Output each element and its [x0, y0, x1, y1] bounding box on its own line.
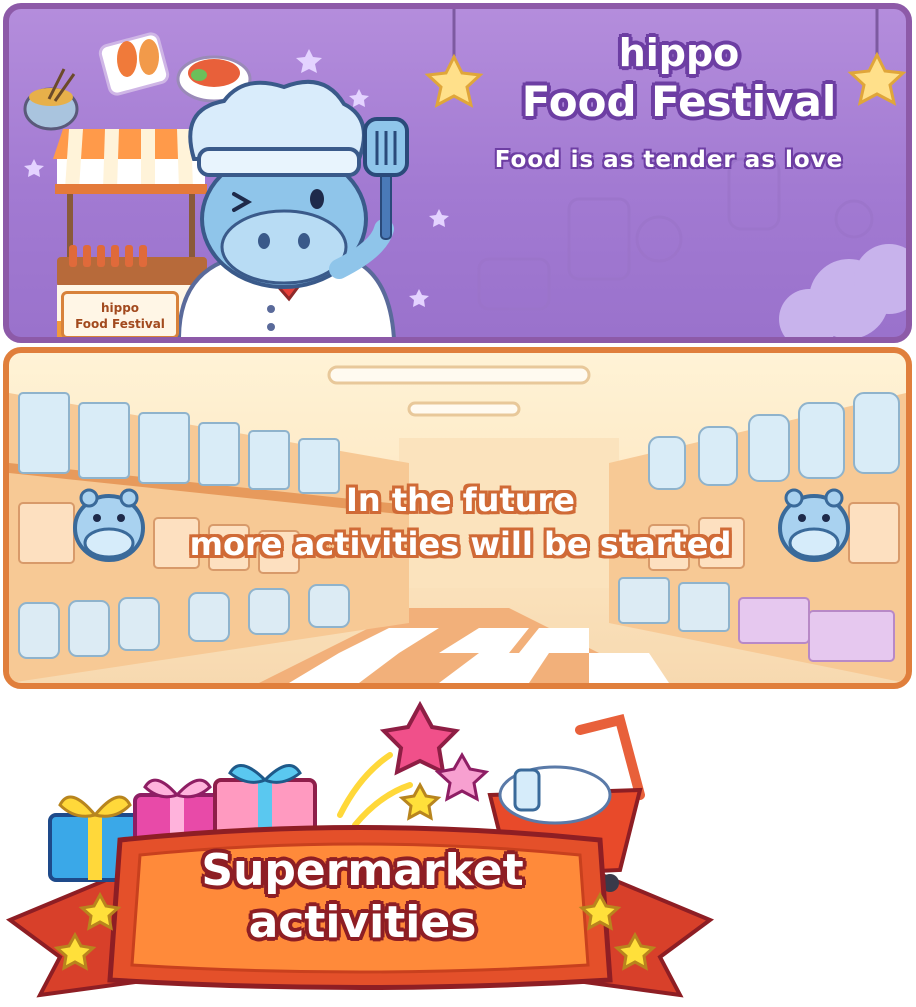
- star-icon: [337, 700, 490, 828]
- festival-title-top: hippo: [618, 31, 740, 75]
- future-message-line1: In the future: [345, 481, 575, 519]
- stall-sign-line2: Food Festival: [75, 317, 165, 331]
- badge-title-line2: activities: [248, 897, 477, 948]
- hippo-chef-icon: [177, 79, 409, 337]
- skewer-icon: [98, 32, 170, 96]
- badge-title: Supermarket activities: [135, 845, 590, 949]
- supermarket-activities-badge[interactable]: Supermarket activities: [0, 695, 720, 1007]
- food-festival-banner[interactable]: hippo Food Festival Food is as tender as…: [3, 3, 912, 343]
- stall-sign-line1: hippo: [100, 301, 140, 315]
- future-activities-banner[interactable]: In the future more activities will be st…: [3, 347, 912, 689]
- future-message-line2: more activities will be started: [189, 525, 732, 563]
- festival-subtitle: Food is as tender as love: [494, 147, 844, 173]
- stall-sign: hippo Food Festival: [61, 291, 179, 337]
- festival-title: Food Festival: [521, 77, 837, 126]
- noodle-bowl-icon: [23, 68, 79, 131]
- badge-title-line1: Supermarket: [201, 845, 524, 896]
- spatula-icon: [363, 117, 409, 240]
